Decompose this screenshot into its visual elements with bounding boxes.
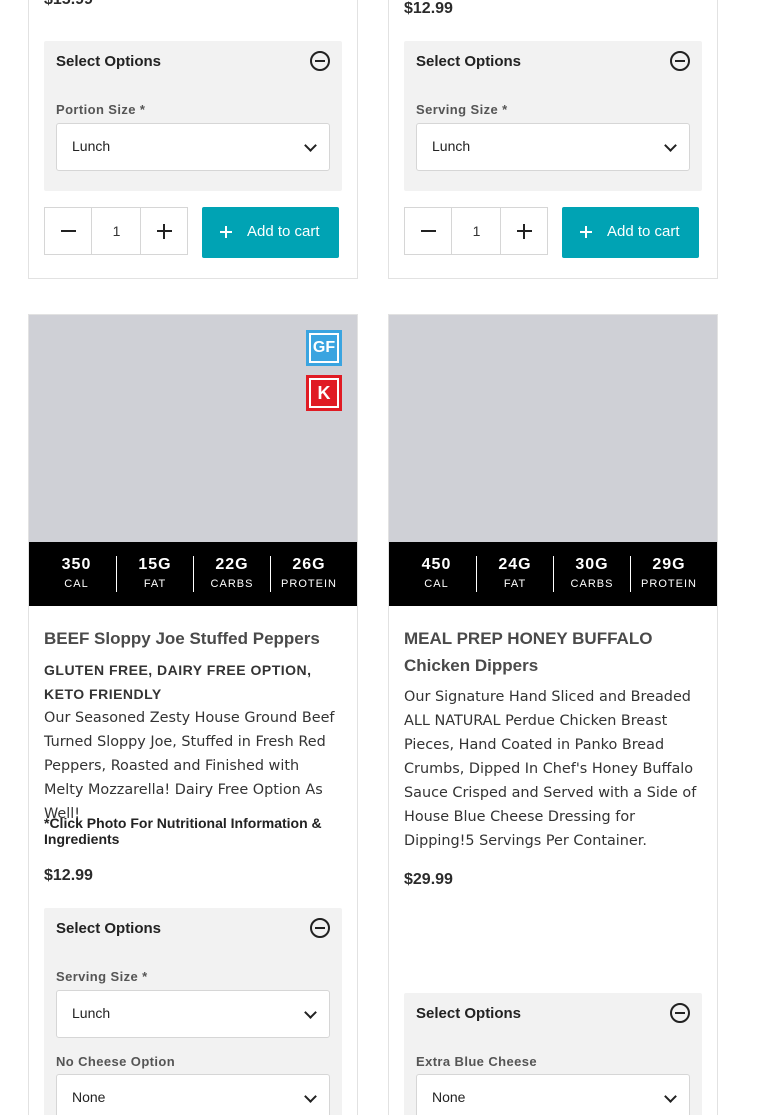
select-options-title: Select Options — [416, 1005, 522, 1022]
product-card: $15.99 Select Options Portion Size * Lun… — [28, 0, 358, 279]
chevron-down-icon — [664, 139, 677, 152]
nutrition-protein: 26G PROTEIN — [270, 556, 347, 592]
keto-badge-icon: K — [306, 375, 342, 411]
select-options-header[interactable]: Select Options — [404, 993, 702, 1033]
add-to-cart-label: Add to cart — [247, 223, 320, 240]
collapse-minus-icon[interactable] — [670, 51, 690, 71]
quantity-increase-button[interactable] — [500, 208, 547, 254]
product-image[interactable] — [389, 315, 717, 542]
select-value: Lunch — [72, 138, 111, 154]
product-price: $29.99 — [404, 871, 453, 888]
nutrition-fat: 15G FAT — [116, 556, 193, 592]
collapse-minus-icon[interactable] — [310, 51, 330, 71]
diet-tags: GLUTEN FREE, DAIRY FREE OPTION, KETO FRI… — [44, 662, 312, 702]
product-title[interactable]: MEAL PREP HONEY BUFFALO Chicken Dippers — [404, 625, 684, 679]
select-value: None — [432, 1089, 466, 1105]
add-to-cart-label: Add to cart — [607, 223, 680, 240]
no-cheese-option-label: No Cheese Option — [56, 1054, 176, 1069]
chevron-down-icon — [304, 1090, 317, 1103]
chevron-down-icon — [664, 1090, 677, 1103]
portion-size-label: Portion Size * — [56, 102, 146, 117]
select-options-panel: Select Options Extra Blue Cheese None — [404, 993, 702, 1115]
serving-size-select[interactable]: Lunch — [56, 990, 330, 1038]
quantity-increase-button[interactable] — [140, 208, 187, 254]
serving-size-select[interactable]: Lunch — [416, 123, 690, 171]
nutrition-protein: 29G PROTEIN — [630, 556, 707, 592]
nutrition-info-note: *Click Photo For Nutritional Information… — [44, 815, 322, 847]
select-options-title: Select Options — [56, 53, 162, 70]
product-card: 450 CAL 24G FAT 30G CARBS 29G PROTEIN MEAL P… — [388, 314, 718, 1115]
extra-blue-cheese-select[interactable]: None — [416, 1074, 690, 1115]
product-card: $12.99 Select Options Serving Size * Lun… — [388, 0, 718, 279]
no-cheese-option-select[interactable]: None — [56, 1074, 330, 1115]
collapse-minus-icon[interactable] — [670, 1003, 690, 1023]
quantity-decrease-button[interactable] — [45, 208, 92, 254]
gluten-free-badge-icon: GF — [306, 330, 342, 366]
select-options-title: Select Options — [416, 53, 522, 70]
product-card: GF K 350 CAL 15G FAT 22G CARBS 26G PROTEIN B… — [28, 314, 358, 1115]
select-value: Lunch — [72, 1005, 111, 1021]
portion-size-select[interactable]: Lunch — [56, 123, 330, 171]
quantity-stepper: 1 — [404, 207, 548, 255]
nutrition-carbs: 30G CARBS — [553, 556, 630, 592]
quantity-stepper: 1 — [44, 207, 188, 255]
select-options-panel: Select Options Serving Size * Lunch — [404, 41, 702, 191]
nutrition-bar: 450 CAL 24G FAT 30G CARBS 29G PROTEIN — [389, 542, 717, 606]
select-value: Lunch — [432, 138, 471, 154]
serving-size-label: Serving Size * — [56, 969, 148, 984]
nutrition-calories: 350 CAL — [61, 556, 92, 590]
select-options-panel: Select Options Portion Size * Lunch — [44, 41, 342, 191]
add-to-cart-button[interactable]: Add to cart — [562, 207, 699, 258]
select-options-header[interactable]: Select Options — [44, 41, 342, 81]
serving-size-label: Serving Size * — [416, 102, 508, 117]
nutrition-carbs: 22G CARBS — [193, 556, 270, 592]
extra-blue-cheese-label: Extra Blue Cheese — [416, 1054, 537, 1069]
product-image[interactable]: GF K — [29, 315, 357, 542]
product-price: $15.99 — [44, 0, 93, 9]
product-description: Our Signature Hand Sliced and Breaded AL… — [404, 689, 697, 849]
select-options-panel: Select Options Serving Size * Lunch No C… — [44, 908, 342, 1115]
minus-icon — [61, 230, 76, 232]
select-options-title: Select Options — [56, 920, 162, 937]
select-options-header[interactable]: Select Options — [44, 908, 342, 948]
select-value: None — [72, 1089, 106, 1105]
collapse-minus-icon[interactable] — [310, 918, 330, 938]
nutrition-bar: 350 CAL 15G FAT 22G CARBS 26G PROTEIN — [29, 542, 357, 606]
product-price: $12.99 — [44, 867, 93, 884]
quantity-input[interactable]: 1 — [452, 208, 501, 254]
nutrition-fat: 24G FAT — [476, 556, 553, 592]
chevron-down-icon — [304, 139, 317, 152]
product-title[interactable]: BEEF Sloppy Joe Stuffed Peppers — [44, 625, 344, 652]
quantity-input[interactable]: 1 — [92, 208, 141, 254]
chevron-down-icon — [304, 1006, 317, 1019]
quantity-decrease-button[interactable] — [405, 208, 452, 254]
add-to-cart-button[interactable]: Add to cart — [202, 207, 339, 258]
minus-icon — [421, 230, 436, 232]
select-options-header[interactable]: Select Options — [404, 41, 702, 81]
nutrition-calories: 450 CAL — [421, 556, 452, 590]
product-price: $12.99 — [404, 0, 453, 17]
product-description: Our Seasoned Zesty House Ground Beef Tur… — [44, 710, 335, 822]
